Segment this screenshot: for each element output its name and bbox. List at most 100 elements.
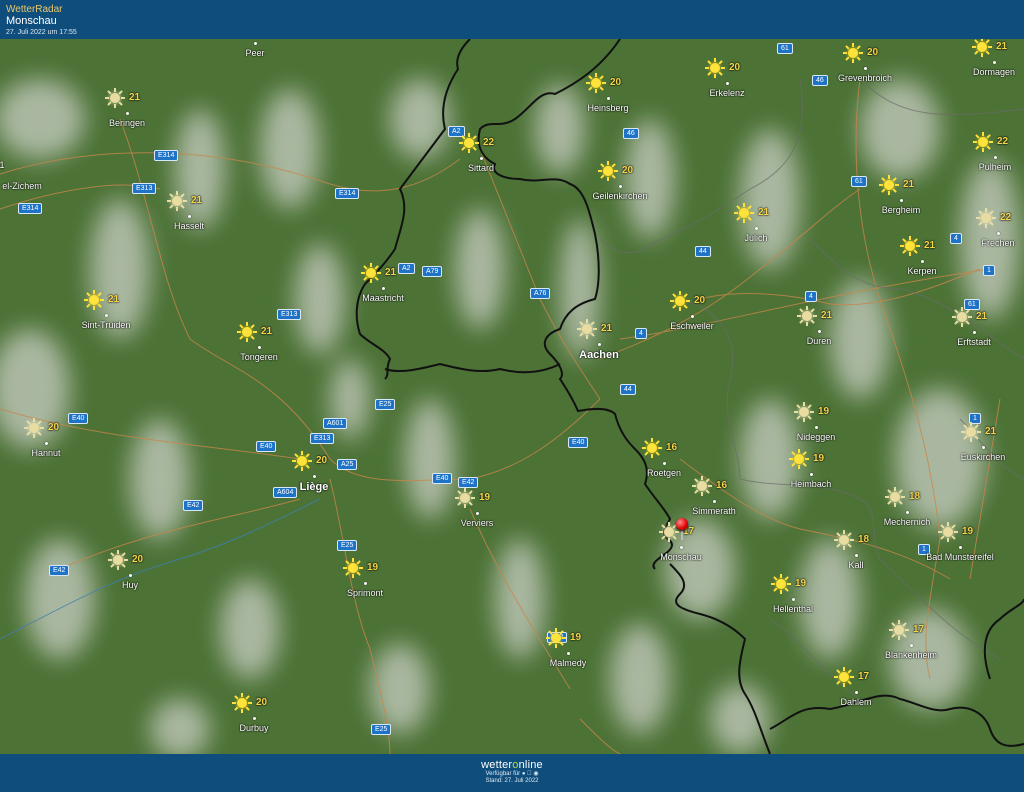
temperature-label: 17: [913, 624, 925, 635]
town-name[interactable]: Mechernich: [884, 517, 931, 527]
sun-core: [591, 78, 601, 88]
town-name[interactable]: Julich: [744, 233, 767, 243]
town-name[interactable]: Kerpen: [907, 266, 936, 276]
town-name[interactable]: Duren: [807, 336, 832, 346]
town-name[interactable]: Roetgen: [647, 468, 681, 478]
town-name[interactable]: Heimbach: [791, 479, 832, 489]
sun-core: [89, 295, 99, 305]
sun-icon: [232, 693, 252, 713]
sun-core: [582, 324, 592, 334]
road-badge: E314: [18, 203, 43, 214]
road-badge: 61: [851, 176, 867, 187]
town-name[interactable]: Heinsberg: [587, 103, 628, 113]
town-name[interactable]: Dahlem: [840, 697, 871, 707]
brand-logo[interactable]: wetteronline: [0, 759, 1024, 771]
town-name[interactable]: Monschau: [660, 552, 702, 562]
town-name[interactable]: Beringen: [109, 118, 145, 128]
town-name[interactable]: Hasselt: [174, 221, 204, 231]
town-name[interactable]: Erkelenz: [709, 88, 744, 98]
sun-core: [890, 492, 900, 502]
town-dot: [818, 330, 821, 333]
brand-suffix: nline: [518, 759, 543, 771]
brand-prefix: wetter: [481, 759, 513, 771]
town-name[interactable]: Frechen: [981, 238, 1014, 248]
town-name[interactable]: Maastricht: [362, 293, 404, 303]
map-pin-icon[interactable]: [676, 518, 688, 530]
sun-core: [839, 672, 849, 682]
app-footer: wetteronline Verfügbar für ●  ◉ Stand: …: [0, 754, 1024, 792]
temperature-label: 21: [903, 179, 915, 190]
temperature-label: 21: [924, 240, 936, 251]
sun-icon: [292, 451, 312, 471]
road-badge: 44: [695, 246, 711, 257]
town-name[interactable]: Simmerath: [692, 506, 736, 516]
town-name[interactable]: Dormagen: [973, 67, 1015, 77]
temperature-label: 20: [48, 422, 60, 433]
sun-core: [802, 311, 812, 321]
town-name[interactable]: Eschweiler: [670, 321, 714, 331]
town-name[interactable]: Euskirchen: [961, 452, 1006, 462]
temperature-label: 16: [716, 480, 728, 491]
town-dot: [680, 546, 683, 549]
sun-core: [839, 535, 849, 545]
sun-icon: [952, 307, 972, 327]
sun-core: [366, 268, 376, 278]
town-name[interactable]: Liège: [300, 481, 329, 493]
town-dot: [607, 97, 610, 100]
timestamp: 27. Juli 2022 um 17:55: [6, 29, 77, 36]
temperature-label: 18: [858, 534, 870, 545]
sun-core: [464, 138, 474, 148]
road-badge: E42: [49, 565, 70, 576]
town-name[interactable]: Peer: [245, 48, 264, 58]
town-name[interactable]: Sprimont: [347, 588, 383, 598]
town-name[interactable]: Pulheim: [979, 162, 1012, 172]
town-name[interactable]: Bergheim: [882, 205, 921, 215]
town-name[interactable]: Sittard: [468, 163, 494, 173]
road-badge: E25: [371, 724, 392, 735]
temperature-label: 19: [795, 578, 807, 589]
sun-icon: [973, 132, 993, 152]
partial-label: el-Zichem: [2, 181, 42, 191]
town-name[interactable]: Geilenkirchen: [592, 191, 647, 201]
sun-core: [794, 454, 804, 464]
sun-core: [460, 493, 470, 503]
sun-core: [884, 180, 894, 190]
town-name[interactable]: Erftstadt: [957, 337, 991, 347]
radar-map[interactable]: E314 E313 E314 E314 A2 46 A2 A79 A76 E313 4 44 61 46 6…: [0, 39, 1024, 754]
road-badge: E40: [256, 441, 277, 452]
town-name[interactable]: Sint-Truiden: [82, 320, 131, 330]
town-name[interactable]: Malmedy: [550, 658, 587, 668]
town-name[interactable]: Kall: [848, 560, 863, 570]
town-name[interactable]: Huy: [122, 580, 138, 590]
temperature-label: 19: [367, 562, 379, 573]
road-badge: 4: [635, 328, 647, 339]
town-dot: [993, 61, 996, 64]
road-badge: A25: [337, 459, 358, 470]
town-name[interactable]: Grevenbroich: [838, 73, 892, 83]
town-dot: [253, 717, 256, 720]
map-background: [0, 39, 1024, 754]
sun-icon: [598, 161, 618, 181]
town-name[interactable]: Aachen: [579, 349, 619, 361]
town-dot: [258, 346, 261, 349]
sun-core: [776, 579, 786, 589]
sun-core: [710, 63, 720, 73]
town-dot: [364, 582, 367, 585]
town-name[interactable]: Nideggen: [797, 432, 836, 442]
town-name[interactable]: Tongeren: [240, 352, 278, 362]
town-name[interactable]: Blankenheim: [885, 650, 937, 660]
town-name[interactable]: Hannut: [31, 448, 60, 458]
sun-icon: [108, 550, 128, 570]
temperature-label: 20: [610, 77, 622, 88]
town-dot: [691, 315, 694, 318]
sun-core: [697, 481, 707, 491]
sun-core: [739, 208, 749, 218]
temperature-label: 19: [479, 492, 491, 503]
temperature-label: 16: [666, 442, 678, 453]
town-name[interactable]: Hellenthal: [773, 604, 813, 614]
town-name[interactable]: Durbuy: [239, 723, 268, 733]
sun-core: [172, 196, 182, 206]
temperature-label: 21: [129, 92, 141, 103]
town-name[interactable]: Bad Munstereifel: [926, 552, 994, 562]
town-name[interactable]: Verviers: [461, 518, 494, 528]
